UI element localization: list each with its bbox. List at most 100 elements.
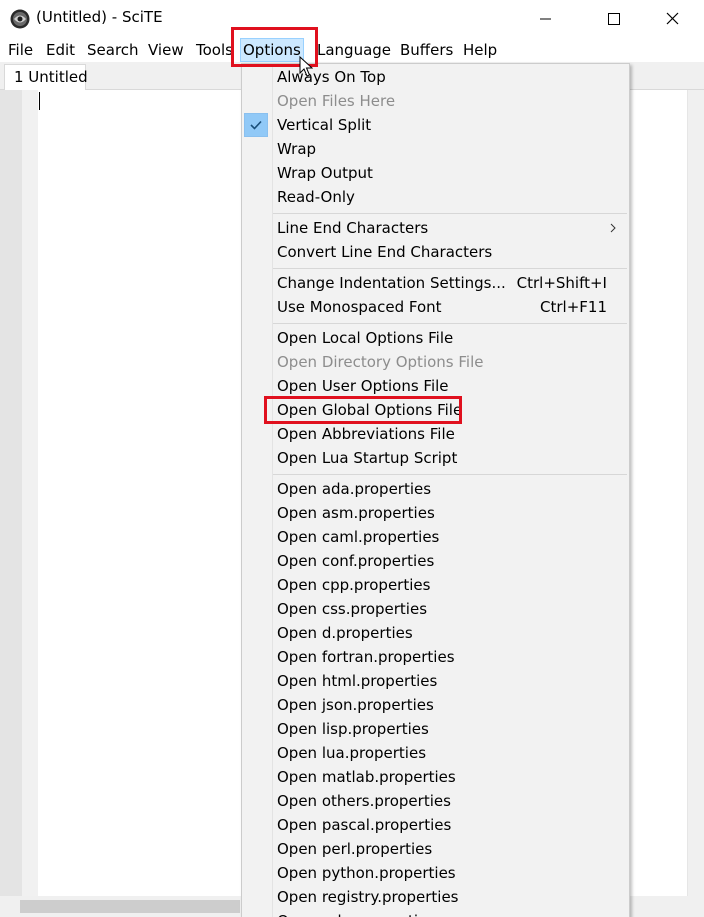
menu-item-open-lua-startup-script[interactable]: Open Lua Startup Script — [242, 446, 629, 470]
menu-item-open-caml-properties[interactable]: Open caml.properties — [242, 525, 629, 549]
menu-separator — [273, 323, 627, 324]
menu-item-open-files-here: Open Files Here — [242, 89, 629, 113]
maximize-icon[interactable] — [590, 0, 636, 38]
menu-item-open-matlab-properties[interactable]: Open matlab.properties — [242, 765, 629, 789]
menu-item-label: Read-Only — [277, 188, 355, 206]
fold-margin[interactable] — [22, 90, 38, 896]
mouse-cursor-icon — [299, 56, 313, 77]
menu-item-vertical-split[interactable]: Vertical Split — [242, 113, 629, 137]
horizontal-scrollbar-thumb[interactable] — [20, 900, 240, 913]
menu-separator — [273, 268, 627, 269]
menu-item-label: Open python.properties — [277, 864, 456, 882]
menu-item-open-registry-properties[interactable]: Open registry.properties — [242, 885, 629, 909]
menu-item-open-html-properties[interactable]: Open html.properties — [242, 669, 629, 693]
menu-item-wrap-output[interactable]: Wrap Output — [242, 161, 629, 185]
line-number-margin — [0, 90, 22, 896]
menu-view[interactable]: View — [146, 38, 186, 62]
vertical-scrollbar[interactable] — [687, 90, 704, 896]
menu-item-open-lua-properties[interactable]: Open lua.properties — [242, 741, 629, 765]
menu-item-label: Open Directory Options File — [277, 353, 484, 371]
menu-item-use-monospaced-font[interactable]: Use Monospaced Font Ctrl+F11 — [242, 295, 629, 319]
menu-item-open-directory-options-file: Open Directory Options File — [242, 350, 629, 374]
menu-item-open-lisp-properties[interactable]: Open lisp.properties — [242, 717, 629, 741]
menu-separator — [273, 213, 627, 214]
menu-item-label: Open d.properties — [277, 624, 413, 642]
menu-item-shortcut: Ctrl+F11 — [540, 298, 607, 316]
menu-item-label: Wrap Output — [277, 164, 373, 182]
menu-item-open-pascal-properties[interactable]: Open pascal.properties — [242, 813, 629, 837]
menu-search[interactable]: Search — [85, 38, 141, 62]
menu-item-label: Use Monospaced Font — [277, 298, 442, 316]
menu-item-open-abbreviations-file[interactable]: Open Abbreviations File — [242, 422, 629, 446]
title-bar: (Untitled) - SciTE — [0, 0, 704, 38]
menu-item-label: Open pascal.properties — [277, 816, 452, 834]
close-icon[interactable] — [650, 0, 696, 38]
text-caret — [39, 92, 40, 110]
submenu-arrow-icon — [610, 223, 616, 233]
minimize-icon[interactable] — [522, 0, 568, 38]
menu-item-open-asm-properties[interactable]: Open asm.properties — [242, 501, 629, 525]
menu-item-label: Open json.properties — [277, 696, 434, 714]
menu-item-label: Open html.properties — [277, 672, 438, 690]
menu-item-read-only[interactable]: Read-Only — [242, 185, 629, 209]
menu-item-label: Open registry.properties — [277, 888, 459, 906]
checkmark-icon — [244, 113, 268, 137]
menu-item-label: Open conf.properties — [277, 552, 435, 570]
menu-item-label: Always On Top — [277, 68, 386, 86]
menu-item-label: Open others.properties — [277, 792, 451, 810]
options-dropdown-menu: Always On Top Open Files Here Vertical S… — [241, 63, 630, 917]
menu-item-label: Open perl.properties — [277, 840, 433, 858]
menu-item-label: Open matlab.properties — [277, 768, 456, 786]
menu-item-open-conf-properties[interactable]: Open conf.properties — [242, 549, 629, 573]
menu-item-convert-line-end-characters[interactable]: Convert Line End Characters — [242, 240, 629, 264]
menu-item-open-python-properties[interactable]: Open python.properties — [242, 861, 629, 885]
menu-help[interactable]: Help — [461, 38, 499, 62]
menu-item-label: Change Indentation Settings... — [277, 274, 506, 292]
menu-item-label: Open Files Here — [277, 92, 396, 110]
menu-bar: File Edit Search View Tools Options Lang… — [0, 38, 704, 62]
tab-untitled[interactable]: 1 Untitled — [4, 64, 88, 91]
menu-item-wrap[interactable]: Wrap — [242, 137, 629, 161]
menu-item-label: Open cpp.properties — [277, 576, 431, 594]
menu-item-open-ada-properties[interactable]: Open ada.properties — [242, 477, 629, 501]
menu-item-label: Open lua.properties — [277, 744, 427, 762]
menu-item-open-ruby-properties[interactable]: Open ruby.properties — [242, 909, 629, 917]
menu-item-label: Open lisp.properties — [277, 720, 429, 738]
menu-separator — [273, 474, 627, 475]
scrollbar-corner — [687, 896, 704, 917]
menu-item-label: Open Abbreviations File — [277, 425, 455, 443]
menu-item-open-perl-properties[interactable]: Open perl.properties — [242, 837, 629, 861]
menu-tools[interactable]: Tools — [194, 38, 235, 62]
menu-edit[interactable]: Edit — [44, 38, 77, 62]
menu-item-label: Wrap — [277, 140, 317, 158]
window-title: (Untitled) - SciTE — [36, 8, 163, 26]
menu-item-shortcut: Ctrl+Shift+I — [516, 274, 607, 292]
menu-item-open-user-options-file[interactable]: Open User Options File — [242, 374, 629, 398]
menu-buffers[interactable]: Buffers — [398, 38, 455, 62]
menu-item-line-end-characters[interactable]: Line End Characters — [242, 216, 629, 240]
menu-item-label: Vertical Split — [277, 116, 372, 134]
menu-item-change-indentation-settings[interactable]: Change Indentation Settings... Ctrl+Shif… — [242, 271, 629, 295]
global-options-highlight-box — [264, 396, 462, 424]
menu-item-open-cpp-properties[interactable]: Open cpp.properties — [242, 573, 629, 597]
menu-language[interactable]: Language — [315, 38, 393, 62]
menu-item-open-others-properties[interactable]: Open others.properties — [242, 789, 629, 813]
menu-item-label: Convert Line End Characters — [277, 243, 493, 261]
menu-item-label: Open fortran.properties — [277, 648, 455, 666]
menu-file[interactable]: File — [6, 38, 35, 62]
menu-item-label: Open ada.properties — [277, 480, 432, 498]
menu-item-open-json-properties[interactable]: Open json.properties — [242, 693, 629, 717]
menu-item-label: Line End Characters — [277, 219, 429, 237]
menu-item-open-d-properties[interactable]: Open d.properties — [242, 621, 629, 645]
menu-item-label: Open User Options File — [277, 377, 449, 395]
menu-item-label: Open asm.properties — [277, 504, 435, 522]
menu-item-label: Open ruby.properties — [277, 909, 435, 917]
menu-item-label: Open Local Options File — [277, 329, 454, 347]
menu-item-label: Open caml.properties — [277, 528, 440, 546]
menu-item-label: Open Lua Startup Script — [277, 449, 458, 467]
menu-item-open-fortran-properties[interactable]: Open fortran.properties — [242, 645, 629, 669]
scite-app-icon — [10, 9, 30, 29]
menu-item-open-local-options-file[interactable]: Open Local Options File — [242, 326, 629, 350]
menu-item-label: Open css.properties — [277, 600, 428, 618]
menu-item-open-css-properties[interactable]: Open css.properties — [242, 597, 629, 621]
